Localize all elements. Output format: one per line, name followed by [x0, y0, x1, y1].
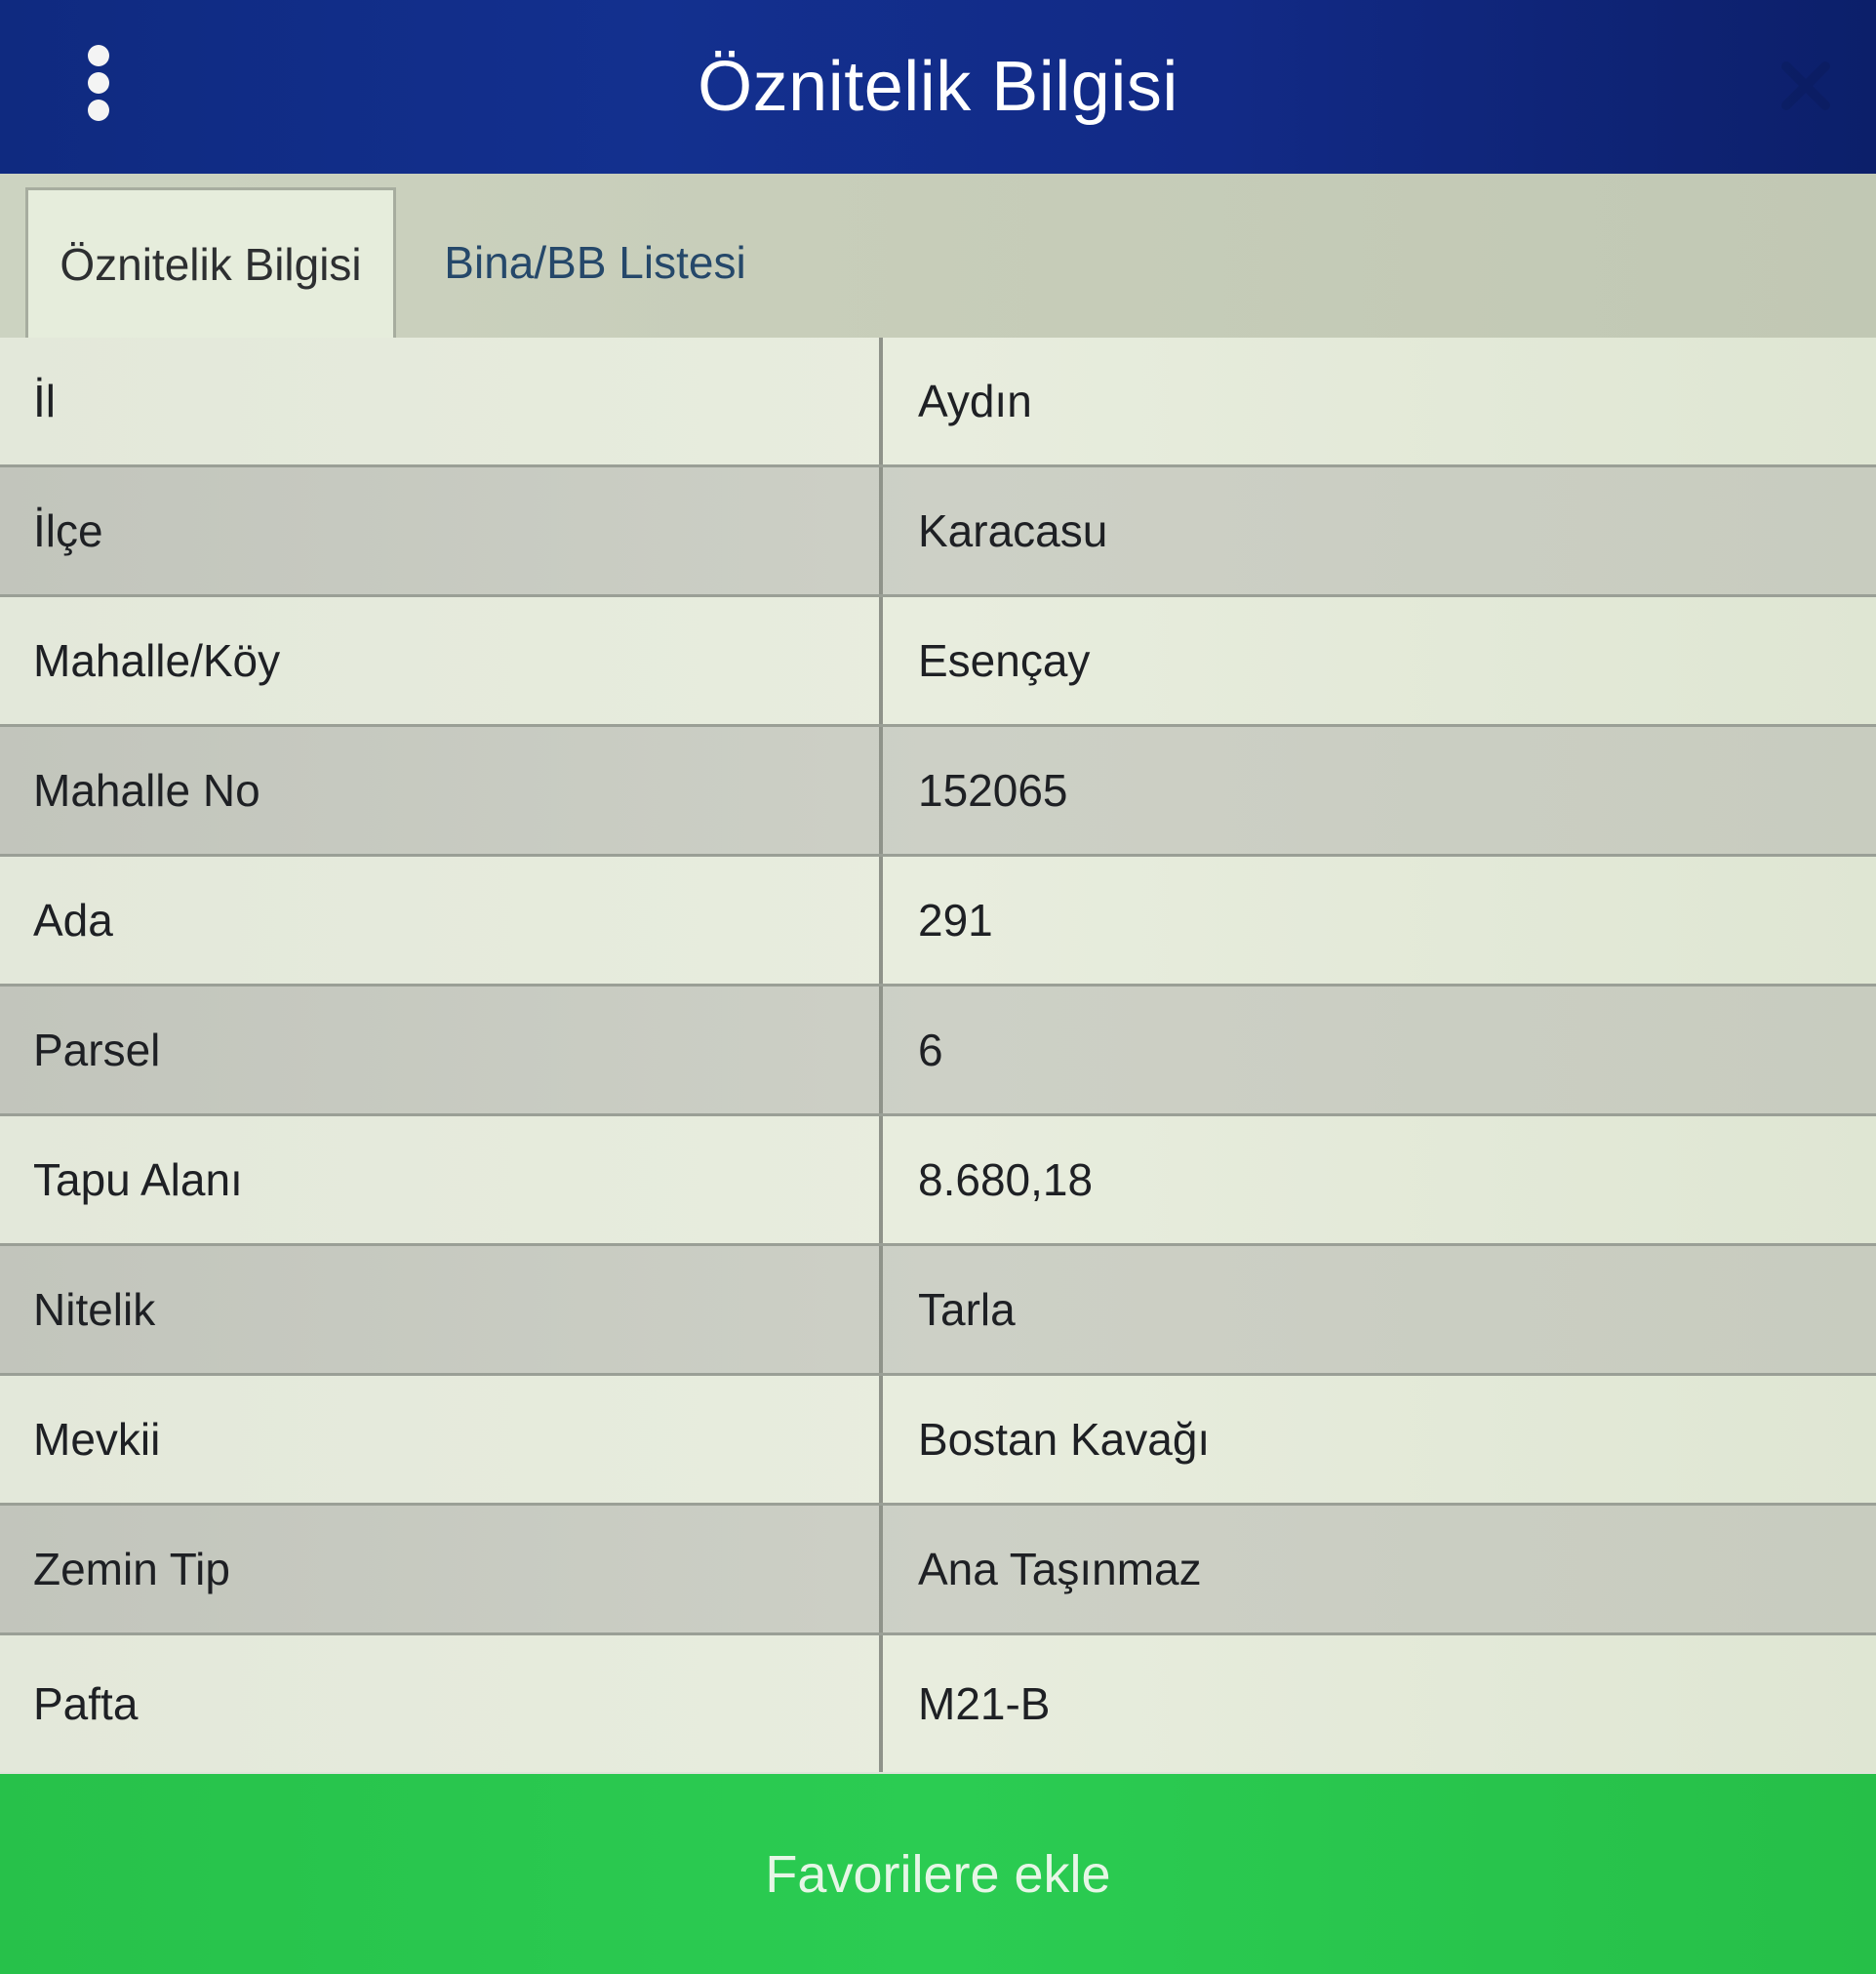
- kebab-menu-icon[interactable]: [76, 45, 123, 121]
- row-label: Zemin Tip: [0, 1506, 883, 1632]
- table-row: Tapu Alanı 8.680,18: [0, 1116, 1876, 1246]
- tab-attribute-info[interactable]: Öznitelik Bilgisi: [25, 187, 396, 338]
- attribute-table: İl Aydın İlçe Karacasu Mahalle/Köy Esenç…: [0, 338, 1876, 1772]
- row-value: Aydın: [918, 376, 1032, 426]
- row-value: 6: [918, 1025, 943, 1075]
- table-row: Pafta M21-B: [0, 1635, 1876, 1772]
- table-row: Parsel 6: [0, 987, 1876, 1116]
- table-row: Ada 291: [0, 857, 1876, 987]
- row-label: Tapu Alanı: [0, 1116, 883, 1243]
- row-value: M21-B: [918, 1678, 1051, 1729]
- table-row: Mevkii Bostan Kavağı: [0, 1376, 1876, 1506]
- panel-title: Öznitelik Bilgisi: [698, 48, 1178, 126]
- tab-label: Öznitelik Bilgisi: [60, 238, 362, 290]
- row-value: Ana Taşınmaz: [918, 1544, 1202, 1594]
- table-row: Nitelik Tarla: [0, 1246, 1876, 1376]
- table-row: Zemin Tip Ana Taşınmaz: [0, 1506, 1876, 1635]
- row-value: Tarla: [918, 1284, 1016, 1335]
- row-label: Pafta: [0, 1635, 883, 1772]
- row-value: Esençay: [918, 635, 1091, 686]
- table-row: Mahalle No 152065: [0, 727, 1876, 857]
- add-to-favorites-label: Favorilere ekle: [765, 1844, 1111, 1904]
- row-value: Karacasu: [918, 505, 1108, 556]
- row-label: Mahalle No: [0, 727, 883, 854]
- row-label: Mahalle/Köy: [0, 597, 883, 724]
- row-label: Ada: [0, 857, 883, 984]
- row-label: Nitelik: [0, 1246, 883, 1373]
- tab-label: Bina/BB Listesi: [444, 237, 746, 288]
- tab-building-list[interactable]: Bina/BB Listesi: [410, 187, 780, 338]
- attribute-info-panel: Öznitelik Bilgisi Öznitelik Bilgisi Bina…: [0, 0, 1876, 1974]
- tab-bar: Öznitelik Bilgisi Bina/BB Listesi: [0, 174, 1876, 342]
- table-row: Mahalle/Köy Esençay: [0, 597, 1876, 727]
- panel-header: Öznitelik Bilgisi: [0, 0, 1876, 174]
- row-label: İlçe: [0, 467, 883, 594]
- close-icon[interactable]: [1775, 55, 1837, 117]
- add-to-favorites-button[interactable]: Favorilere ekle: [0, 1774, 1876, 1974]
- row-label: İl: [0, 338, 883, 464]
- row-label: Mevkii: [0, 1376, 883, 1503]
- table-row: İl Aydın: [0, 338, 1876, 467]
- row-value: 291: [918, 895, 993, 946]
- row-value: 8.680,18: [918, 1154, 1094, 1205]
- row-value: Bostan Kavağı: [918, 1414, 1211, 1465]
- row-label: Parsel: [0, 987, 883, 1113]
- table-row: İlçe Karacasu: [0, 467, 1876, 597]
- row-value: 152065: [918, 765, 1068, 816]
